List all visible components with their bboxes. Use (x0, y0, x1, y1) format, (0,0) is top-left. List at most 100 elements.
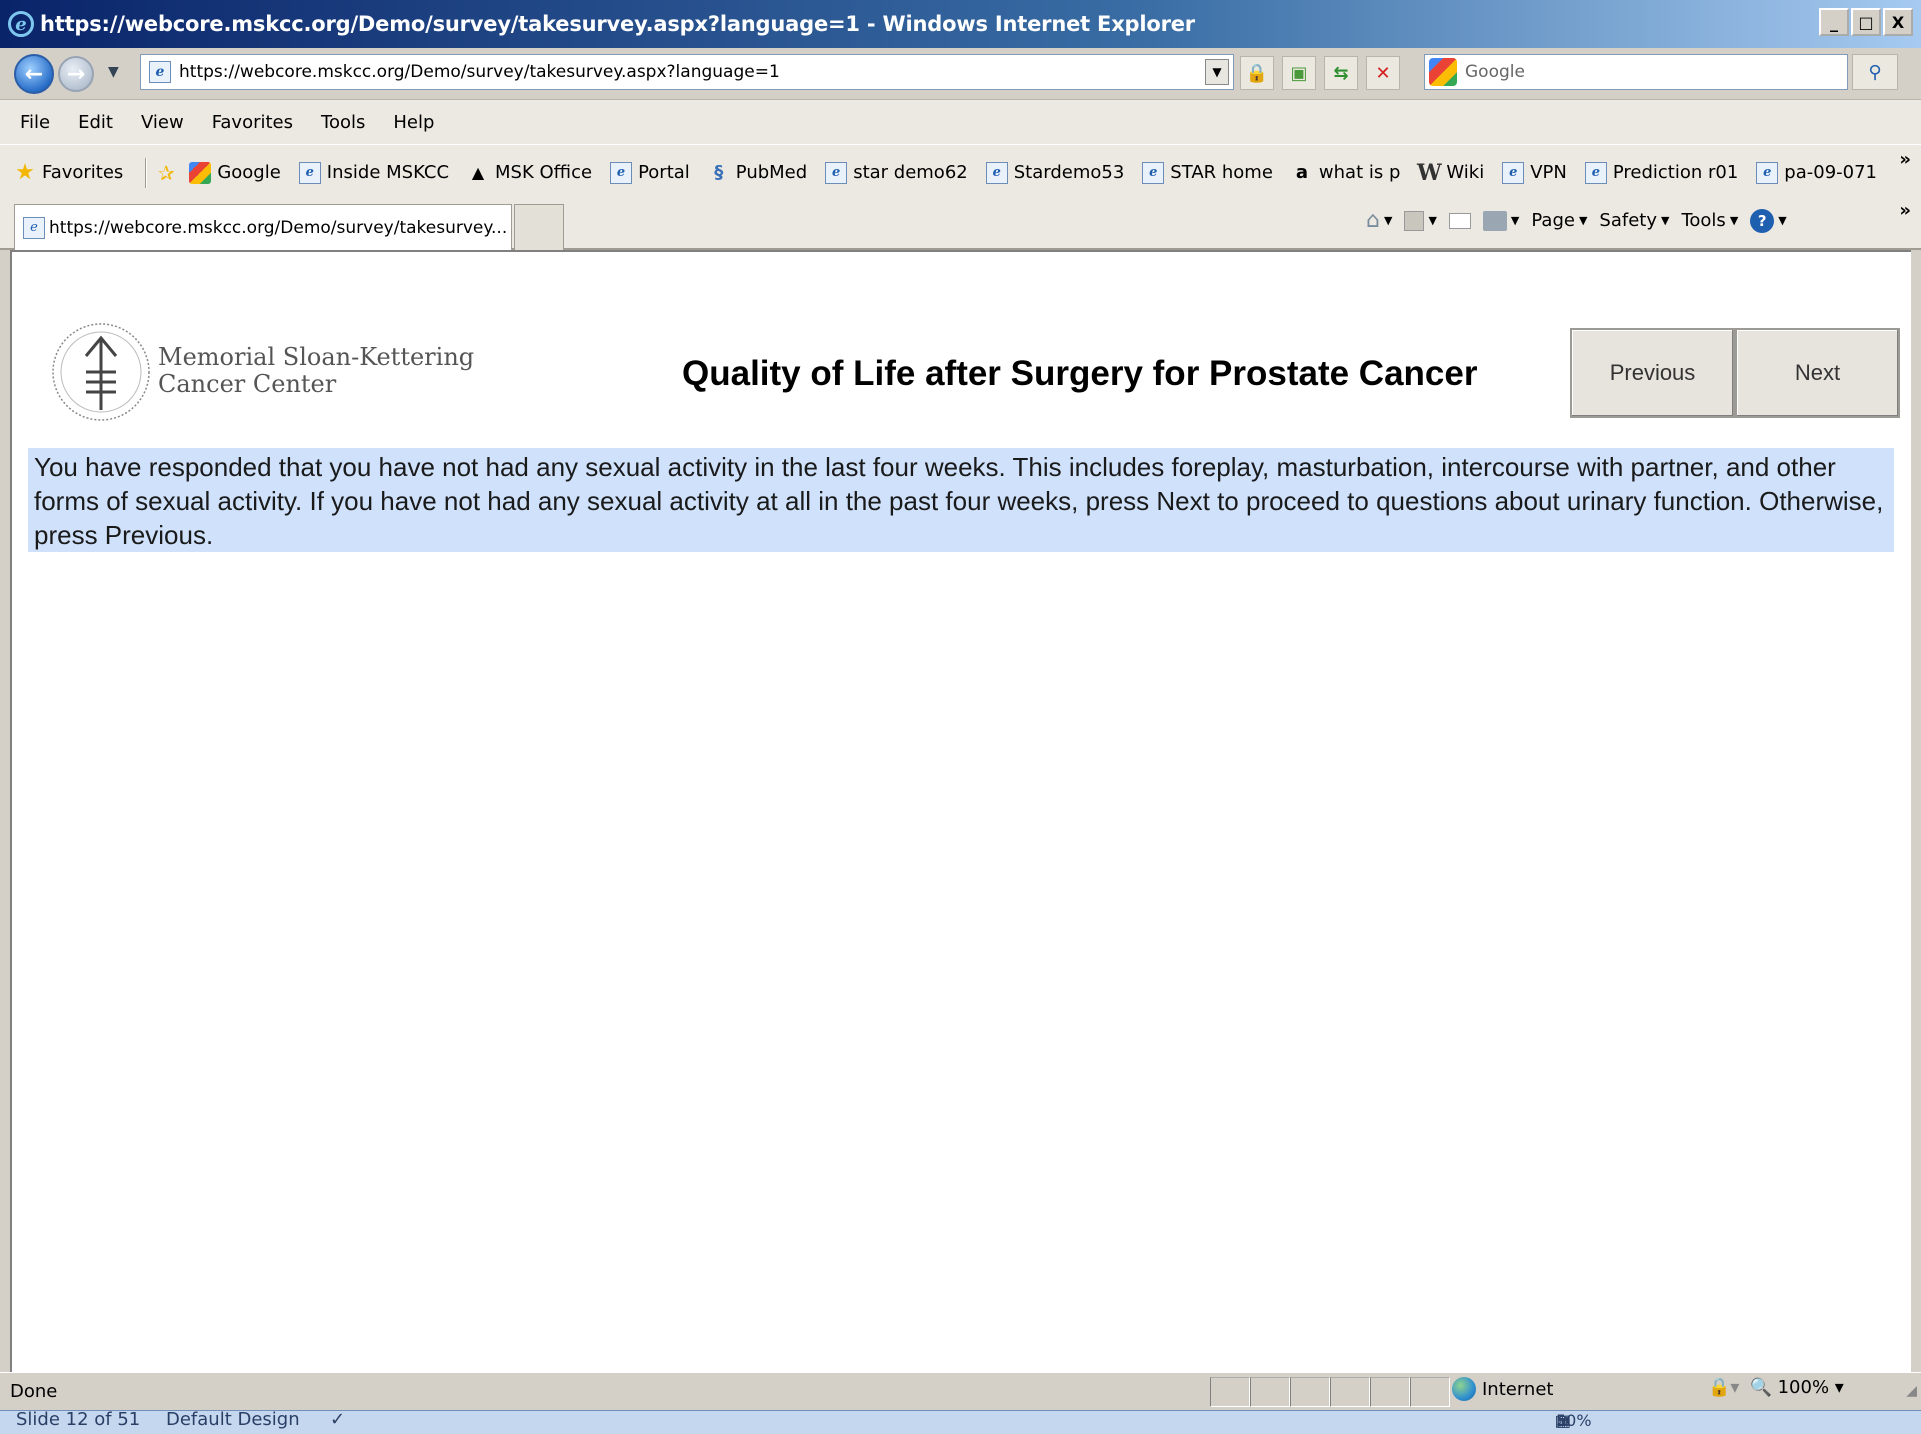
google-icon (189, 161, 212, 184)
menu-favorites[interactable]: Favorites (212, 112, 293, 133)
star-icon: ★ (15, 160, 35, 185)
favorites-label: Favorites (42, 162, 124, 183)
favorite-link-prediction-r01[interactable]: e Prediction r01 (1584, 161, 1739, 184)
search-box[interactable]: Google (1424, 54, 1848, 90)
maximize-button[interactable]: □ (1851, 8, 1881, 36)
status-text: Done (10, 1381, 58, 1402)
back-button[interactable]: ← (14, 54, 54, 94)
window-title: https://webcore.mskcc.org/Demo/survey/ta… (40, 12, 1195, 36)
menu-tools[interactable]: Tools (321, 112, 365, 133)
menu-view[interactable]: View (141, 112, 184, 133)
command-overflow-chevron-icon[interactable]: » (1899, 200, 1911, 221)
favorite-link-stardemo53[interactable]: e Stardemo53 (985, 161, 1125, 184)
tools-menu-label: Tools (1681, 210, 1726, 231)
minimize-button[interactable]: _ (1819, 8, 1849, 36)
safety-menu-label: Safety (1599, 210, 1657, 231)
ie-page-icon: e (23, 216, 45, 239)
amazon-icon: a (1295, 162, 1308, 183)
logo-wordmark: Memorial Sloan-Kettering Cancer Center (158, 344, 474, 398)
favorite-link-msk-office[interactable]: ▲ MSK Office (467, 162, 592, 184)
security-lock-icon[interactable]: 🔒 (1240, 56, 1274, 90)
next-button[interactable]: Next (1735, 328, 1900, 418)
status-pane (1330, 1377, 1370, 1407)
protected-mode-icon[interactable]: 🔒▾ (1708, 1377, 1739, 1398)
search-input[interactable]: Google (1465, 62, 1525, 82)
favorite-label: Stardemo53 (1013, 162, 1125, 183)
spellcheck-icon[interactable]: ✓ (330, 1409, 345, 1430)
add-favorite-icon: ✰ (157, 160, 175, 185)
favorite-link-wiki[interactable]: W Wiki (1417, 159, 1484, 186)
divider (145, 157, 148, 188)
window-controls: _ □ X (1819, 8, 1913, 36)
page-menu[interactable]: Page ▼ (1531, 210, 1587, 231)
internet-explorer-icon: e (8, 11, 34, 37)
menu-help[interactable]: Help (393, 112, 434, 133)
forward-button[interactable]: → (58, 56, 94, 92)
favorite-link-inside-mskcc[interactable]: e Inside MSKCC (298, 161, 449, 184)
favorite-link-pubmed[interactable]: § PubMed (708, 162, 807, 184)
favorite-link-vpn[interactable]: e VPN (1502, 161, 1567, 184)
menu-file[interactable]: File (20, 112, 50, 133)
window-titlebar: e https://webcore.mskcc.org/Demo/survey/… (0, 0, 1921, 48)
print-button[interactable]: ▼ (1482, 210, 1519, 231)
chevron-down-icon: ▼ (1578, 214, 1588, 227)
favorites-overflow-chevron-icon[interactable]: » (1899, 149, 1911, 170)
help-icon: ? (1750, 208, 1775, 233)
feeds-button[interactable]: ▼ (1404, 210, 1437, 231)
safety-menu[interactable]: Safety ▼ (1599, 210, 1669, 231)
refresh-icon[interactable]: ⇆ (1324, 56, 1358, 90)
new-tab-button[interactable] (514, 204, 564, 250)
address-tools: 🔒 ▣ ⇆ ✕ (1240, 56, 1400, 90)
favorites-button[interactable]: ★ Favorites (14, 160, 124, 185)
favorite-link-what-is-p[interactable]: a what is p (1291, 162, 1401, 184)
favorite-label: PubMed (735, 162, 808, 183)
google-icon (1429, 58, 1457, 86)
address-url[interactable]: https://webcore.mskcc.org/Demo/survey/ta… (179, 62, 780, 82)
wikipedia-icon: W (1417, 159, 1442, 186)
menu-bar: File Edit View Favorites Tools Help (0, 100, 1921, 144)
zoom-level[interactable]: 🔍 100% ▾ (1749, 1377, 1843, 1398)
tools-menu[interactable]: Tools ▼ (1681, 210, 1738, 231)
status-panes (1210, 1377, 1450, 1407)
compatibility-view-icon[interactable]: ▣ (1282, 56, 1316, 90)
zone-label: Internet (1482, 1378, 1554, 1400)
favorite-link-star-demo62[interactable]: e star demo62 (825, 161, 968, 184)
page-icon: e (149, 61, 171, 83)
address-bar[interactable]: e https://webcore.mskcc.org/Demo/survey/… (140, 54, 1234, 90)
zoom-out-icon[interactable]: ⊖ (1556, 1411, 1569, 1430)
zoom-area: 🔒▾ 🔍 100% ▾ (1708, 1377, 1844, 1398)
previous-button[interactable]: Previous (1570, 328, 1735, 418)
recent-pages-dropdown[interactable]: ▼ (108, 64, 119, 80)
status-bar: Done Internet 🔒▾ 🔍 100% ▾ ◢ (0, 1372, 1921, 1410)
ie-page-icon: e (825, 161, 848, 184)
stop-icon[interactable]: ✕ (1366, 56, 1400, 90)
powerpoint-status-strip: Slide 12 of 51 Default Design ✓ ▭ ▦ ▷ 50… (0, 1409, 1921, 1434)
add-to-favorites-button[interactable]: ✰ (155, 160, 183, 185)
ie-page-icon: e (985, 161, 1008, 184)
favorite-link-pa-09-071[interactable]: e pa-09-071 (1756, 161, 1877, 184)
address-dropdown-button[interactable]: ▼ (1205, 59, 1229, 85)
home-button[interactable]: ⌂ ▼ (1366, 208, 1392, 233)
search-icon[interactable]: ⚲ (1852, 54, 1898, 90)
address-row: ← → ▼ e https://webcore.mskcc.org/Demo/s… (0, 48, 1921, 100)
close-window-button[interactable]: X (1883, 8, 1913, 36)
favorite-link-star-home[interactable]: e STAR home (1142, 161, 1273, 184)
browser-tab[interactable]: e https://webcore.mskcc.org/Demo/survey/… (14, 204, 512, 250)
menu-edit[interactable]: Edit (78, 112, 113, 133)
help-menu[interactable]: ? ▼ (1750, 208, 1787, 233)
favorite-link-portal[interactable]: e Portal (610, 161, 690, 184)
page-title: Quality of Life after Surgery for Prosta… (682, 354, 1478, 393)
read-mail-button[interactable] (1448, 212, 1471, 229)
mail-icon (1448, 212, 1471, 229)
security-zone[interactable]: Internet (1452, 1377, 1553, 1401)
status-pane (1290, 1377, 1330, 1407)
rss-feed-icon (1404, 210, 1425, 231)
ie-page-icon: e (298, 161, 321, 184)
chevron-down-icon: ▼ (1383, 214, 1393, 227)
resize-grip-icon[interactable]: ◢ (1906, 1383, 1917, 1399)
favorite-label: Prediction r01 (1612, 162, 1739, 183)
favorite-link-google[interactable]: Google (189, 161, 281, 184)
mskcc-logo (52, 323, 150, 421)
chevron-down-icon: ▼ (1778, 214, 1787, 227)
status-pane (1210, 1377, 1250, 1407)
